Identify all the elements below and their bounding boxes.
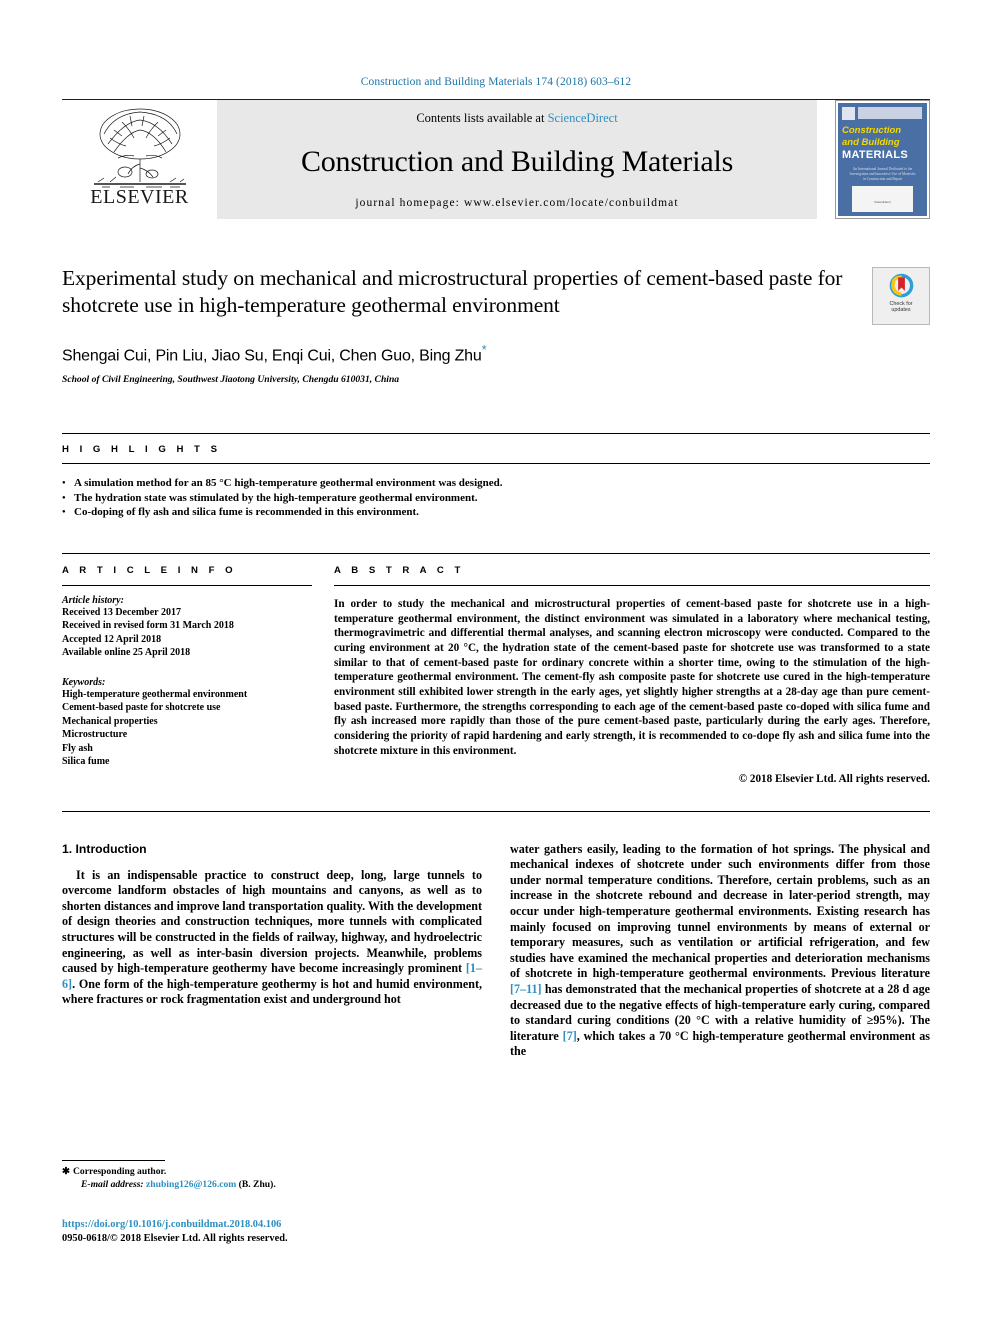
keywords-block: Keywords: High-temperature geothermal en…	[62, 677, 312, 769]
sciencedirect-link[interactable]: ScienceDirect	[548, 111, 618, 125]
page-title: Experimental study on mechanical and mic…	[62, 266, 843, 317]
citation-ref-7-11[interactable]: [7–11]	[510, 982, 542, 996]
article-history-item: Received 13 December 2017	[62, 606, 181, 618]
introduction-section: 1. Introduction It is an indispensable p…	[62, 842, 930, 1060]
corresponding-author-note: ✱ Corresponding author.	[62, 1165, 502, 1178]
asterisk-icon: ✱	[62, 1166, 71, 1177]
article-history-item: Accepted 12 April 2018	[62, 633, 162, 645]
cover-title-line1: Construction	[842, 125, 902, 136]
email-label: E-mail address:	[81, 1179, 144, 1190]
journal-homepage[interactable]: journal homepage: www.elsevier.com/locat…	[355, 197, 678, 209]
cover-title-line2: and Building	[842, 136, 900, 148]
abstract-heading: A B S T R A C T	[334, 564, 465, 576]
highlights-top-rule: H I G H L I G H T S	[62, 433, 930, 455]
paper-page: Construction and Building Materials 174 …	[0, 0, 992, 1323]
cover-footer-box: ScienceDirect	[852, 186, 913, 212]
intro-text-2: . One form of the high-temperature geoth…	[62, 976, 482, 1007]
article-history-item: Received in revised form 31 March 2018	[62, 620, 234, 632]
masthead-center: Contents lists available at ScienceDirec…	[217, 100, 817, 219]
highlights-divider	[62, 463, 930, 465]
running-head: Construction and Building Materials 174 …	[360, 76, 632, 88]
crossmark-label: Check for updates	[889, 301, 912, 314]
title-block: Experimental study on mechanical and mic…	[62, 265, 930, 385]
abstract-column: A B S T R A C T In order to study the me…	[334, 565, 930, 785]
article-history-label: Article history:	[62, 594, 124, 606]
doi-link[interactable]: https://doi.org/10.1016/j.conbuildmat.20…	[62, 1218, 281, 1232]
keyword-item: High-temperature geothermal environment	[62, 688, 248, 700]
keywords-label: Keywords:	[62, 676, 106, 688]
section-bottom-rule	[62, 810, 930, 812]
title-left: Experimental study on mechanical and mic…	[62, 265, 872, 385]
journal-masthead: ELSEVIER Contents lists available at Sci…	[62, 99, 930, 219]
footnote-rule	[62, 1160, 165, 1161]
article-info-column: A R T I C L E I N F O Article history: R…	[62, 565, 334, 785]
corresponding-author-text: Corresponding author.	[73, 1166, 167, 1177]
highlights-section: H I G H L I G H T S A simulation method …	[62, 433, 930, 520]
contents-available-line: Contents lists available at ScienceDirec…	[416, 111, 617, 126]
info-abstract-block: A R T I C L E I N F O Article history: R…	[62, 552, 930, 785]
keyword-item: Silica fume	[62, 756, 110, 768]
intro-paragraph-left: It is an indispensable practice to const…	[62, 868, 482, 1008]
issn-copyright: 0950-0618/© 2018 Elsevier Ltd. All right…	[62, 1233, 288, 1244]
keyword-item: Fly ash	[62, 742, 93, 754]
intro-text-3: water gathers easily, leading to the for…	[510, 841, 930, 981]
cover-footer-text: ScienceDirect	[874, 200, 891, 204]
cover-blurb: An International Journal Dedicated to th…	[849, 167, 916, 181]
highlight-item: Co-doping of fly ash and silica fume is …	[62, 505, 930, 520]
crossmark-icon	[889, 273, 913, 298]
article-info-heading: A R T I C L E I N F O	[62, 564, 237, 576]
email-suffix: (B. Zhu).	[236, 1179, 276, 1190]
article-info-divider	[62, 584, 312, 586]
highlights-list: A simulation method for an 85 °C high-te…	[62, 476, 930, 520]
contents-prefix: Contents lists available at	[416, 111, 548, 125]
footnote-block: ✱ Corresponding author. E-mail address: z…	[62, 1160, 502, 1191]
abstract-copyright: © 2018 Elsevier Ltd. All rights reserved…	[738, 772, 930, 785]
elsevier-wordmark: ELSEVIER	[90, 186, 189, 208]
author-list: Shengai Cui, Pin Liu, Jiao Su, Enqi Cui,…	[62, 342, 852, 365]
article-history-item: Available online 25 April 2018	[62, 647, 191, 659]
elsevier-tree-icon	[93, 108, 186, 188]
citation-ref-7[interactable]: [7]	[563, 1029, 577, 1043]
highlight-item: The hydration state was stimulated by th…	[62, 491, 930, 506]
journal-title: Construction and Building Materials	[300, 144, 734, 178]
affiliation: School of Civil Engineering, Southwest J…	[62, 374, 400, 386]
keyword-item: Mechanical properties	[62, 715, 158, 727]
cover-elsevier-icon	[842, 107, 855, 120]
crossmark-badge[interactable]: Check for updates	[872, 267, 930, 325]
keyword-item: Microstructure	[62, 729, 128, 741]
left-column: 1. Introduction It is an indispensable p…	[62, 842, 482, 1060]
right-column: water gathers easily, leading to the for…	[510, 842, 930, 1060]
email-link[interactable]: zhubing126@126.com	[146, 1179, 236, 1190]
elsevier-logo: ELSEVIER	[62, 100, 217, 219]
abstract-text: In order to study the mechanical and mic…	[334, 597, 930, 757]
cover-art: Construction and Building MATERIALS An I…	[838, 103, 927, 216]
keyword-item: Cement-based paste for shotcrete use	[62, 702, 221, 714]
introduction-heading: 1. Introduction	[62, 841, 147, 856]
highlights-heading: H I G H L I G H T S	[62, 444, 221, 456]
cover-top-bar	[858, 107, 922, 119]
intro-paragraph-right: water gathers easily, leading to the for…	[510, 842, 930, 1060]
crossmark-label-line1: Check for	[889, 301, 913, 307]
cover-title-line3: MATERIALS	[842, 149, 909, 161]
email-note: E-mail address: zhubing126@126.com (B. Z…	[62, 1178, 502, 1191]
abstract-divider	[334, 584, 930, 586]
journal-cover-thumbnail[interactable]: Construction and Building MATERIALS An I…	[835, 100, 930, 219]
highlight-item: A simulation method for an 85 °C high-te…	[62, 476, 930, 491]
author-names: Shengai Cui, Pin Liu, Jiao Su, Enqi Cui,…	[62, 347, 482, 365]
crossmark-label-line2: updates	[891, 307, 911, 314]
intro-text-1: It is an indispensable practice to const…	[62, 867, 482, 976]
corresponding-author-marker: *	[481, 342, 487, 357]
